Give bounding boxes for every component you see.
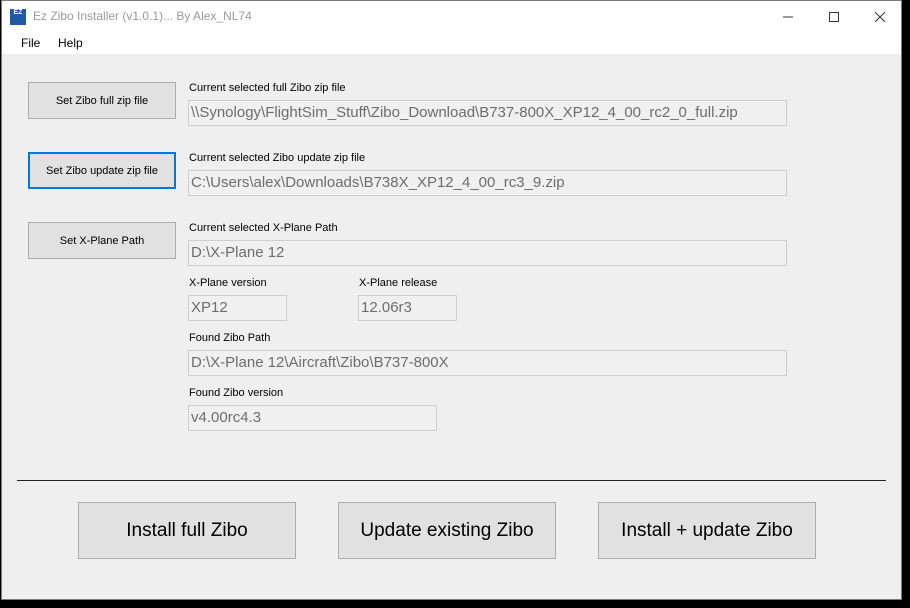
maximize-button[interactable]	[811, 1, 857, 32]
install-full-zibo-button[interactable]: Install full Zibo	[78, 502, 296, 559]
set-xplane-path-button[interactable]: Set X-Plane Path	[28, 222, 176, 259]
zibo-version-field[interactable]: v4.00rc4.3	[188, 405, 437, 431]
update-existing-zibo-button[interactable]: Update existing Zibo	[338, 502, 556, 559]
xplane-release-caption: X-Plane release	[359, 277, 438, 289]
xplane-path-caption: Current selected X-Plane Path	[189, 222, 338, 234]
install-update-zibo-button[interactable]: Install + update Zibo	[598, 502, 816, 559]
title-bar[interactable]: EZ Ez Zibo Installer (v1.0.1)... By Alex…	[2, 1, 901, 32]
close-icon	[875, 11, 885, 22]
zibo-path-caption: Found Zibo Path	[189, 332, 271, 344]
minimize-icon	[783, 16, 793, 17]
close-button[interactable]	[857, 1, 901, 32]
menu-file[interactable]: File	[21, 36, 40, 50]
xplane-path-field[interactable]: D:\X-Plane 12	[188, 240, 787, 266]
full-zip-path-field[interactable]: \\Synology\FlightSim_Stuff\Zibo_Download…	[188, 100, 787, 126]
xplane-release-field[interactable]: 12.06r3	[358, 295, 457, 321]
update-zip-path-field[interactable]: C:\Users\alex\Downloads\B738X_XP12_4_00_…	[188, 170, 787, 196]
main-panel: Set Zibo full zip file Current selected …	[2, 54, 901, 599]
minimize-button[interactable]	[765, 1, 811, 32]
xplane-version-caption: X-Plane version	[189, 277, 267, 289]
maximize-icon	[829, 11, 839, 22]
zibo-version-caption: Found Zibo version	[189, 387, 284, 399]
menu-help[interactable]: Help	[58, 36, 83, 50]
full-zip-caption: Current selected full Zibo zip file	[189, 82, 346, 94]
set-update-zip-button[interactable]: Set Zibo update zip file	[28, 152, 176, 189]
menu-bar: File Help	[2, 32, 901, 54]
update-zip-caption: Current selected Zibo update zip file	[189, 152, 366, 164]
xplane-version-field[interactable]: XP12	[188, 295, 287, 321]
app-window: EZ Ez Zibo Installer (v1.0.1)... By Alex…	[1, 0, 902, 600]
section-divider	[17, 480, 886, 481]
set-full-zip-button[interactable]: Set Zibo full zip file	[28, 82, 176, 119]
zibo-path-field[interactable]: D:\X-Plane 12\Aircraft\Zibo\B737-800X	[188, 350, 787, 376]
app-logo-icon: EZ	[10, 9, 26, 25]
window-title: Ez Zibo Installer (v1.0.1)... By Alex_NL…	[33, 9, 252, 23]
